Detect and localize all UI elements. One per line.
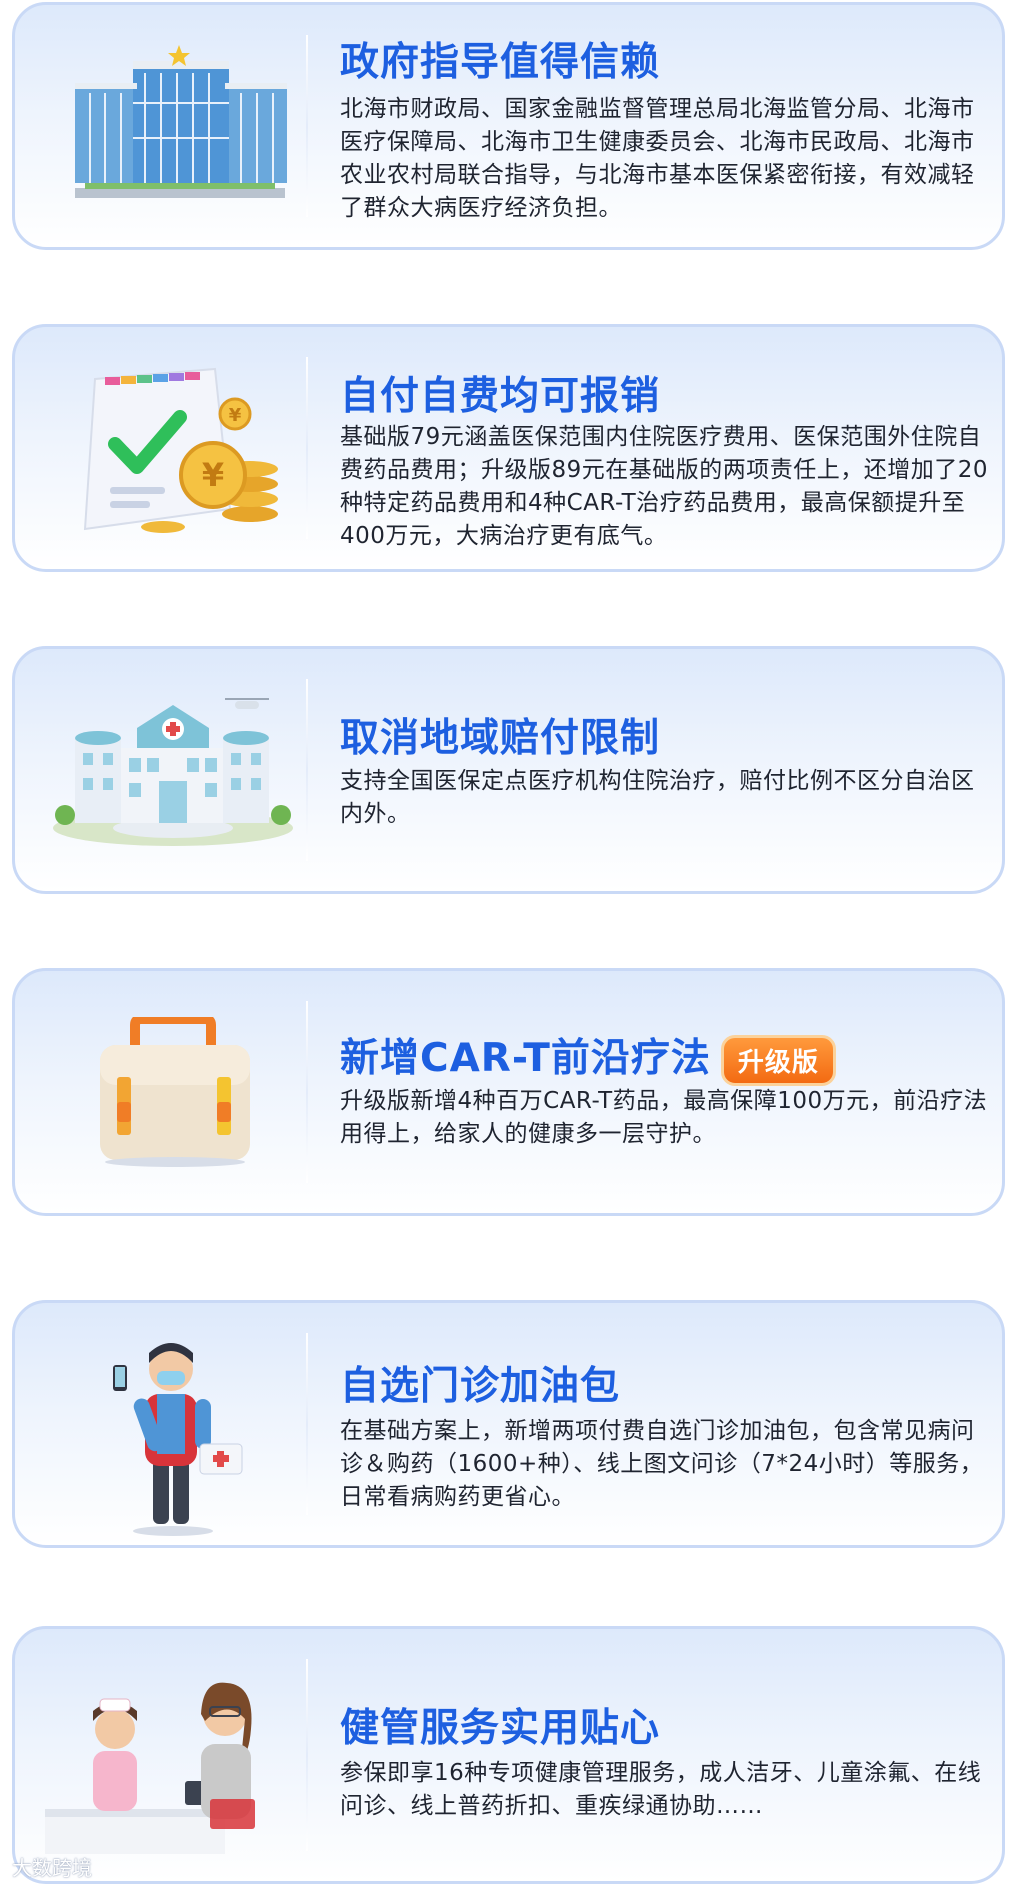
upgrade-badge: 升级版 — [720, 1035, 836, 1086]
card-divider — [306, 679, 308, 861]
card-title: 自选门诊加油包 — [340, 1364, 621, 1409]
card-description: 北海市财政局、国家金融监督管理总局北海监管分局、北海市医疗保障局、北海市卫生健康… — [340, 96, 975, 221]
card-title: 健管服务实用贴心 — [340, 1706, 661, 1751]
delivery-person-icon — [113, 1343, 243, 1536]
card-title: 政府指导值得信赖 — [340, 40, 661, 85]
card-description: 在基础方案上，新增两项付费自选门诊加油包，包含常见病问诊＆购药（1600+种）、… — [340, 1418, 984, 1510]
card-divider — [306, 35, 308, 217]
feature-card-reimbursement: ¥ ¥ 自付自费均可报销 基础版79元涵盖医保范围内住院医疗费用、医保范围外住院… — [12, 324, 1005, 572]
card-description: 基础版79元涵盖医保范围内住院医疗费用、医保范围外住院自费药品费用；升级版89元… — [340, 424, 989, 549]
receipt-coins-icon: ¥ ¥ — [83, 367, 278, 533]
nurse-pharmacy-icon — [45, 1682, 255, 1854]
card-description: 参保即享16种专项健康管理服务，成人洁牙、儿童涂氟、在线问诊、线上普药折扣、重疾… — [340, 1760, 982, 1819]
card-divider — [306, 1001, 308, 1183]
svg-text:¥: ¥ — [202, 456, 224, 494]
watermark: 大数跨境 — [12, 1856, 92, 1880]
feature-card-government: 政府指导值得信赖 北海市财政局、国家金融监督管理总局北海监管分局、北海市医疗保障… — [12, 2, 1005, 250]
card-divider — [306, 357, 308, 539]
card-title: 新增CAR-T前沿疗法 升级版 — [340, 1027, 836, 1086]
card-description: 升级版新增4种百万CAR-T药品，最高保障100万元，前沿疗法用得上，给家人的健… — [340, 1088, 988, 1147]
card-divider — [306, 1659, 308, 1851]
feature-card-region: 取消地域赔付限制 支持全国医保定点医疗机构住院治疗，赔付比例不区分自治区内外。 — [12, 646, 1005, 894]
medical-kit-icon — [100, 1017, 250, 1167]
government-building-icon — [75, 45, 287, 198]
card-title: 取消地域赔付限制 — [340, 716, 661, 761]
card-title-text: 新增CAR-T前沿疗法 — [340, 1036, 711, 1081]
feature-card-car-t: 新增CAR-T前沿疗法 升级版 升级版新增4种百万CAR-T药品，最高保障100万… — [12, 968, 1005, 1216]
hospital-icon — [53, 698, 293, 846]
feature-card-health-service: 健管服务实用贴心 参保即享16种专项健康管理服务，成人洁牙、儿童涂氟、在线问诊、… — [12, 1626, 1005, 1884]
card-divider — [306, 1333, 308, 1515]
feature-card-outpatient: 自选门诊加油包 在基础方案上，新增两项付费自选门诊加油包，包含常见病问诊＆购药（… — [12, 1300, 1005, 1548]
card-title: 自付自费均可报销 — [340, 374, 661, 419]
card-description: 支持全国医保定点医疗机构住院治疗，赔付比例不区分自治区内外。 — [340, 768, 975, 827]
svg-text:¥: ¥ — [229, 405, 242, 426]
